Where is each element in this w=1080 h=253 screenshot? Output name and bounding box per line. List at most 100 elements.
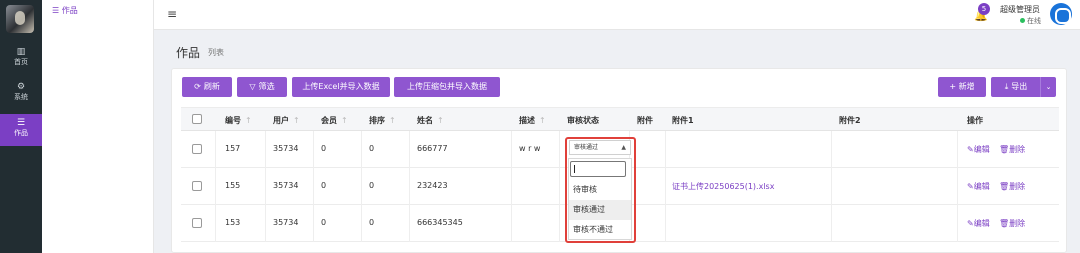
filter-label: 筛选 bbox=[258, 82, 275, 91]
top-header: ≡ 🔔 5 超级管理员 在线 bbox=[154, 0, 1080, 30]
column-divider bbox=[511, 168, 512, 205]
column-divider bbox=[559, 205, 560, 242]
import-excel-button[interactable]: 上传Excel并导入数据 bbox=[292, 77, 390, 97]
col-id-label: 编号 bbox=[225, 116, 241, 125]
sidebar-item-label: 首页 bbox=[14, 58, 28, 66]
cell-user: 35734 bbox=[273, 218, 299, 227]
sidebar-item-system[interactable]: ⚙ 系统 bbox=[0, 78, 42, 108]
hamburger-icon[interactable]: ≡ bbox=[167, 7, 177, 21]
filter-icon: ▽ bbox=[249, 82, 256, 91]
cell-sort: 0 bbox=[369, 144, 375, 153]
edit-button[interactable]: ✎编辑 bbox=[967, 144, 990, 155]
column-divider bbox=[511, 205, 512, 242]
col-desc[interactable]: 描述 ↑ bbox=[519, 115, 546, 126]
export-dropdown-toggle[interactable]: ⌄ bbox=[1040, 77, 1056, 97]
cell-id: 153 bbox=[225, 218, 241, 227]
edit-label: 编辑 bbox=[973, 145, 990, 154]
cell-sort: 0 bbox=[369, 218, 375, 227]
download-icon: ⤓ bbox=[1004, 82, 1009, 91]
col-ops: 操作 bbox=[967, 116, 983, 125]
column-divider bbox=[313, 131, 314, 168]
column-divider bbox=[265, 168, 266, 205]
export-button[interactable]: ⤓ 导出 bbox=[991, 77, 1041, 97]
submenu-item-label: 作品 bbox=[61, 6, 78, 15]
app-root: ▥ 首页 ⚙ 系统 ☰ 作品 ☰ 作品 ≡ 🔔 5 超级管理员 在线 作品 列表… bbox=[0, 0, 1080, 253]
column-divider bbox=[361, 168, 362, 205]
column-divider bbox=[957, 205, 958, 242]
col-sort[interactable]: 排序 ↑ bbox=[369, 115, 396, 126]
cell-name: 666345345 bbox=[417, 218, 463, 227]
sort-arrow-icon: ↑ bbox=[341, 116, 348, 125]
option-approved[interactable]: 审核通过 bbox=[569, 200, 631, 220]
cell-id: 155 bbox=[225, 181, 241, 190]
page-title: 作品 bbox=[176, 46, 201, 60]
page-subtitle: 列表 bbox=[208, 48, 224, 57]
trash-icon: 🗑 bbox=[999, 145, 1010, 154]
select-all-checkbox[interactable] bbox=[192, 114, 202, 124]
filter-button[interactable]: ▽ 筛选 bbox=[237, 77, 287, 97]
edit-button[interactable]: ✎编辑 bbox=[967, 218, 990, 229]
cell-user: 35734 bbox=[273, 144, 299, 153]
edit-button[interactable]: ✎编辑 bbox=[967, 181, 990, 192]
cell-name: 232423 bbox=[417, 181, 448, 190]
sidebar-item-works[interactable]: ☰ 作品 bbox=[0, 114, 42, 146]
col-name[interactable]: 姓名 ↑ bbox=[417, 115, 444, 126]
user-name[interactable]: 超级管理员 bbox=[1000, 4, 1040, 15]
column-divider bbox=[831, 168, 832, 205]
col-member[interactable]: 会员 ↑ bbox=[321, 115, 348, 126]
delete-label: 删除 bbox=[1009, 219, 1026, 228]
trash-icon: 🗑 bbox=[999, 219, 1010, 228]
column-divider bbox=[409, 131, 410, 168]
delete-button[interactable]: 🗑删除 bbox=[999, 181, 1025, 192]
option-pending[interactable]: 待审核 bbox=[569, 180, 631, 200]
column-divider bbox=[665, 205, 666, 242]
cell-sort: 0 bbox=[369, 181, 375, 190]
delete-button[interactable]: 🗑删除 bbox=[999, 144, 1025, 155]
col-attach2: 附件2 bbox=[839, 116, 861, 125]
col-desc-label: 描述 bbox=[519, 116, 535, 125]
column-divider bbox=[361, 205, 362, 242]
column-divider bbox=[313, 205, 314, 242]
import-zip-button[interactable]: 上传压缩包并导入数据 bbox=[394, 77, 500, 97]
column-divider bbox=[265, 205, 266, 242]
delete-label: 删除 bbox=[1009, 182, 1026, 191]
bar-chart-icon: ▥ bbox=[16, 47, 26, 57]
col-member-label: 会员 bbox=[321, 116, 337, 125]
secondary-menu: ☰ 作品 bbox=[42, 0, 154, 253]
cell-member: 0 bbox=[321, 144, 327, 153]
row-checkbox[interactable] bbox=[192, 218, 202, 228]
cell-id: 157 bbox=[225, 144, 241, 153]
edit-label: 编辑 bbox=[973, 182, 990, 191]
refresh-button[interactable]: ⟳ 刷新 bbox=[182, 77, 232, 97]
chevron-down-icon: ⌄ bbox=[1045, 83, 1052, 91]
table-header: 编号 ↑ 用户 ↑ 会员 ↑ 排序 ↑ 姓名 ↑ 描述 ↑ 审核状态 附件 附件1 附件2 … bbox=[181, 107, 1059, 131]
dropdown-search-input[interactable] bbox=[570, 161, 626, 177]
list-icon: ☰ bbox=[52, 6, 62, 15]
trash-icon: 🗑 bbox=[999, 182, 1010, 191]
delete-label: 删除 bbox=[1009, 145, 1026, 154]
online-status: 在线 bbox=[1020, 16, 1041, 26]
add-button[interactable]: + 新增 bbox=[938, 77, 986, 97]
edit-icon: ✎ bbox=[967, 182, 974, 191]
row-checkbox[interactable] bbox=[192, 181, 202, 191]
col-name-label: 姓名 bbox=[417, 116, 433, 125]
app-logo bbox=[6, 5, 34, 33]
sidebar-item-home[interactable]: ▥ 首页 bbox=[0, 43, 42, 73]
col-user[interactable]: 用户 ↑ bbox=[273, 115, 300, 126]
submenu-item-works[interactable]: ☰ 作品 bbox=[52, 5, 78, 16]
option-rejected[interactable]: 审核不通过 bbox=[569, 220, 631, 240]
col-attach1: 附件1 bbox=[672, 116, 694, 125]
cell-user: 35734 bbox=[273, 181, 299, 190]
refresh-icon: ⟳ bbox=[194, 82, 201, 91]
column-divider bbox=[559, 131, 560, 168]
col-id[interactable]: 编号 ↑ bbox=[225, 115, 252, 126]
delete-button[interactable]: 🗑删除 bbox=[999, 218, 1025, 229]
cell-attach1-link[interactable]: 证书上传20250625(1).xlsx bbox=[672, 181, 774, 192]
refresh-label: 刷新 bbox=[203, 82, 220, 91]
sidebar-item-label: 系统 bbox=[14, 93, 28, 101]
col-sort-label: 排序 bbox=[369, 116, 385, 125]
row-checkbox[interactable] bbox=[192, 144, 202, 154]
column-divider bbox=[215, 131, 216, 168]
avatar[interactable] bbox=[1050, 3, 1072, 25]
review-status-select[interactable]: 审核通过 ▲ bbox=[569, 140, 631, 155]
